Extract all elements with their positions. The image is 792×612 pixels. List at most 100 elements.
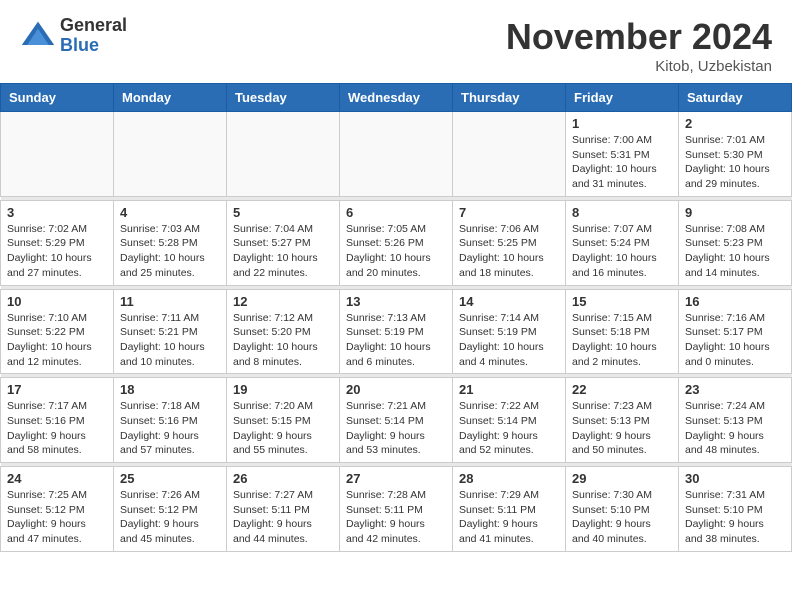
logo-icon xyxy=(20,18,56,54)
day-number: 29 xyxy=(572,471,672,486)
day-number: 27 xyxy=(346,471,446,486)
day-of-week-header: Sunday xyxy=(1,84,114,112)
calendar-header-row: SundayMondayTuesdayWednesdayThursdayFrid… xyxy=(1,84,792,112)
calendar-day-cell: 20 Sunrise: 7:21 AM Sunset: 5:14 PM Dayli… xyxy=(340,378,453,463)
day-info: Sunrise: 7:27 AM Sunset: 5:11 PM Dayligh… xyxy=(233,488,333,547)
title-block: November 2024 Kitob, Uzbekistan xyxy=(506,16,772,75)
calendar-day-cell: 2 Sunrise: 7:01 AM Sunset: 5:30 PM Daylig… xyxy=(679,112,792,197)
day-info: Sunrise: 7:13 AM Sunset: 5:19 PM Dayligh… xyxy=(346,311,446,370)
day-number: 1 xyxy=(572,116,672,131)
calendar-week-row: 1 Sunrise: 7:00 AM Sunset: 5:31 PM Daylig… xyxy=(1,112,792,197)
day-number: 20 xyxy=(346,382,446,397)
day-info: Sunrise: 7:17 AM Sunset: 5:16 PM Dayligh… xyxy=(7,399,107,458)
day-number: 26 xyxy=(233,471,333,486)
calendar-day-cell: 26 Sunrise: 7:27 AM Sunset: 5:11 PM Dayli… xyxy=(227,467,340,552)
location: Kitob, Uzbekistan xyxy=(506,58,772,75)
day-number: 8 xyxy=(572,205,672,220)
day-info: Sunrise: 7:04 AM Sunset: 5:27 PM Dayligh… xyxy=(233,222,333,281)
calendar-week-row: 17Sunrise: 7:17 AM Sunset: 5:16 PM Dayli… xyxy=(1,378,792,463)
day-info: Sunrise: 7:15 AM Sunset: 5:18 PM Dayligh… xyxy=(572,311,672,370)
day-number: 13 xyxy=(346,294,446,309)
day-info: Sunrise: 7:03 AM Sunset: 5:28 PM Dayligh… xyxy=(120,222,220,281)
calendar-day-cell: 12Sunrise: 7:12 AM Sunset: 5:20 PM Dayli… xyxy=(227,289,340,374)
day-number: 18 xyxy=(120,382,220,397)
day-number: 23 xyxy=(685,382,785,397)
day-of-week-header: Saturday xyxy=(679,84,792,112)
calendar-day-cell xyxy=(227,112,340,197)
day-of-week-header: Thursday xyxy=(453,84,566,112)
day-number: 10 xyxy=(7,294,107,309)
day-info: Sunrise: 7:28 AM Sunset: 5:11 PM Dayligh… xyxy=(346,488,446,547)
day-info: Sunrise: 7:11 AM Sunset: 5:21 PM Dayligh… xyxy=(120,311,220,370)
day-of-week-header: Monday xyxy=(114,84,227,112)
calendar-day-cell: 9Sunrise: 7:08 AM Sunset: 5:23 PM Daylig… xyxy=(679,200,792,285)
day-number: 7 xyxy=(459,205,559,220)
day-info: Sunrise: 7:00 AM Sunset: 5:31 PM Dayligh… xyxy=(572,133,672,192)
calendar-day-cell: 4 Sunrise: 7:03 AM Sunset: 5:28 PM Daylig… xyxy=(114,200,227,285)
day-info: Sunrise: 7:21 AM Sunset: 5:14 PM Dayligh… xyxy=(346,399,446,458)
calendar-day-cell xyxy=(340,112,453,197)
calendar-day-cell: 29 Sunrise: 7:30 AM Sunset: 5:10 PM Dayli… xyxy=(566,467,679,552)
calendar-day-cell: 19Sunrise: 7:20 AM Sunset: 5:15 PM Dayli… xyxy=(227,378,340,463)
calendar-day-cell: 18 Sunrise: 7:18 AM Sunset: 5:16 PM Dayli… xyxy=(114,378,227,463)
calendar-day-cell xyxy=(1,112,114,197)
day-info: Sunrise: 7:29 AM Sunset: 5:11 PM Dayligh… xyxy=(459,488,559,547)
calendar-day-cell: 15 Sunrise: 7:15 AM Sunset: 5:18 PM Dayli… xyxy=(566,289,679,374)
calendar-week-row: 10 Sunrise: 7:10 AM Sunset: 5:22 PM Dayli… xyxy=(1,289,792,374)
day-info: Sunrise: 7:07 AM Sunset: 5:24 PM Dayligh… xyxy=(572,222,672,281)
day-info: Sunrise: 7:26 AM Sunset: 5:12 PM Dayligh… xyxy=(120,488,220,547)
day-number: 28 xyxy=(459,471,559,486)
calendar-day-cell: 21 Sunrise: 7:22 AM Sunset: 5:14 PM Dayli… xyxy=(453,378,566,463)
day-info: Sunrise: 7:14 AM Sunset: 5:19 PM Dayligh… xyxy=(459,311,559,370)
day-number: 9 xyxy=(685,205,785,220)
day-of-week-header: Wednesday xyxy=(340,84,453,112)
calendar-day-cell: 1 Sunrise: 7:00 AM Sunset: 5:31 PM Daylig… xyxy=(566,112,679,197)
day-info: Sunrise: 7:02 AM Sunset: 5:29 PM Dayligh… xyxy=(7,222,107,281)
day-info: Sunrise: 7:10 AM Sunset: 5:22 PM Dayligh… xyxy=(7,311,107,370)
day-info: Sunrise: 7:16 AM Sunset: 5:17 PM Dayligh… xyxy=(685,311,785,370)
logo: General Blue xyxy=(20,16,127,56)
day-of-week-header: Friday xyxy=(566,84,679,112)
calendar-day-cell: 25 Sunrise: 7:26 AM Sunset: 5:12 PM Dayli… xyxy=(114,467,227,552)
calendar-day-cell: 30Sunrise: 7:31 AM Sunset: 5:10 PM Dayli… xyxy=(679,467,792,552)
calendar-day-cell: 3 Sunrise: 7:02 AM Sunset: 5:29 PM Daylig… xyxy=(1,200,114,285)
day-number: 3 xyxy=(7,205,107,220)
calendar-day-cell: 27 Sunrise: 7:28 AM Sunset: 5:11 PM Dayli… xyxy=(340,467,453,552)
day-number: 12 xyxy=(233,294,333,309)
day-number: 24 xyxy=(7,471,107,486)
day-number: 19 xyxy=(233,382,333,397)
day-info: Sunrise: 7:24 AM Sunset: 5:13 PM Dayligh… xyxy=(685,399,785,458)
month-title: November 2024 xyxy=(506,16,772,58)
day-info: Sunrise: 7:25 AM Sunset: 5:12 PM Dayligh… xyxy=(7,488,107,547)
day-info: Sunrise: 7:30 AM Sunset: 5:10 PM Dayligh… xyxy=(572,488,672,547)
calendar-day-cell: 6Sunrise: 7:05 AM Sunset: 5:26 PM Daylig… xyxy=(340,200,453,285)
day-number: 25 xyxy=(120,471,220,486)
calendar-day-cell: 24 Sunrise: 7:25 AM Sunset: 5:12 PM Dayli… xyxy=(1,467,114,552)
calendar-day-cell: 10 Sunrise: 7:10 AM Sunset: 5:22 PM Dayli… xyxy=(1,289,114,374)
calendar-day-cell: 23 Sunrise: 7:24 AM Sunset: 5:13 PM Dayli… xyxy=(679,378,792,463)
day-info: Sunrise: 7:22 AM Sunset: 5:14 PM Dayligh… xyxy=(459,399,559,458)
day-number: 2 xyxy=(685,116,785,131)
day-number: 5 xyxy=(233,205,333,220)
day-number: 4 xyxy=(120,205,220,220)
calendar-day-cell: 14Sunrise: 7:14 AM Sunset: 5:19 PM Dayli… xyxy=(453,289,566,374)
logo-line2: Blue xyxy=(60,36,127,56)
day-number: 21 xyxy=(459,382,559,397)
calendar-day-cell: 17Sunrise: 7:17 AM Sunset: 5:16 PM Dayli… xyxy=(1,378,114,463)
day-number: 22 xyxy=(572,382,672,397)
calendar-week-row: 3 Sunrise: 7:02 AM Sunset: 5:29 PM Daylig… xyxy=(1,200,792,285)
day-number: 6 xyxy=(346,205,446,220)
page-header: General Blue November 2024 Kitob, Uzbeki… xyxy=(0,0,792,83)
calendar-day-cell: 5 Sunrise: 7:04 AM Sunset: 5:27 PM Daylig… xyxy=(227,200,340,285)
logo-text: General Blue xyxy=(60,16,127,56)
calendar-day-cell: 13 Sunrise: 7:13 AM Sunset: 5:19 PM Dayli… xyxy=(340,289,453,374)
day-info: Sunrise: 7:23 AM Sunset: 5:13 PM Dayligh… xyxy=(572,399,672,458)
day-number: 30 xyxy=(685,471,785,486)
calendar-day-cell xyxy=(114,112,227,197)
calendar-day-cell: 22 Sunrise: 7:23 AM Sunset: 5:13 PM Dayli… xyxy=(566,378,679,463)
day-number: 15 xyxy=(572,294,672,309)
day-of-week-header: Tuesday xyxy=(227,84,340,112)
calendar-day-cell: 8 Sunrise: 7:07 AM Sunset: 5:24 PM Daylig… xyxy=(566,200,679,285)
day-info: Sunrise: 7:18 AM Sunset: 5:16 PM Dayligh… xyxy=(120,399,220,458)
day-info: Sunrise: 7:01 AM Sunset: 5:30 PM Dayligh… xyxy=(685,133,785,192)
